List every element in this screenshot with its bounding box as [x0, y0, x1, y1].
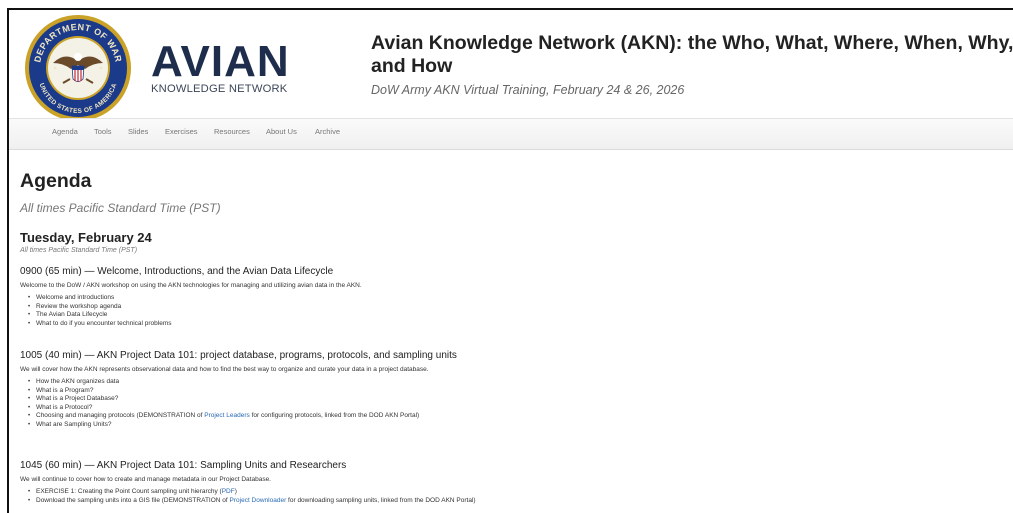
session-topic-list: Welcome and introductions Review the wor…: [20, 294, 1010, 328]
list-item-text: for configuring protocols, linked from t…: [249, 412, 420, 420]
list-item-text: Download the sampling units into a GIS f…: [36, 496, 230, 504]
session-description: Welcome to the DoW / AKN workshop on usi…: [20, 282, 362, 289]
svg-text:AVIAN: AVIAN: [151, 37, 290, 86]
list-item-text: EXERCISE 1: Creating the Point Count sam…: [36, 488, 222, 495]
session-description: We will cover how the AKN represents obs…: [20, 366, 429, 373]
list-item-text: Choosing and managing protocols (DEMONST…: [36, 412, 205, 420]
list-item: What is a Project Database?: [28, 395, 1010, 404]
main-navigation-bar: Agenda Tools Slides Exercises Resources …: [9, 118, 1013, 150]
list-item: Download the sampling units into a GIS f…: [28, 496, 1010, 506]
site-subtitle: DoW Army AKN Virtual Training, February …: [371, 83, 685, 97]
list-item: Choosing and managing protocols (DEMONST…: [28, 412, 1010, 421]
session-description: We will continue to cover how to create …: [20, 476, 271, 483]
list-item: EXERCISE 1: Creating the Point Count sam…: [28, 488, 1010, 497]
agenda-session-0900: 0900 (65 min) — Welcome, Introductions, …: [20, 266, 1010, 328]
page-subtitle: All times Pacific Standard Time (PST): [20, 201, 221, 215]
nav-item-agenda[interactable]: Agenda: [52, 127, 78, 136]
list-item: What to do if you encounter technical pr…: [28, 320, 1010, 329]
nav-item-tools[interactable]: Tools: [94, 127, 112, 136]
avian-knowledge-network-logo: AVIAN KNOWLEDGE NETWORK: [151, 37, 290, 95]
site-title: Avian Knowledge Network (AKN): the Who, …: [371, 32, 1013, 77]
page-title: Agenda: [20, 170, 92, 192]
list-item: The Avian Data Lifecycle: [28, 311, 1010, 320]
nav-item-resources[interactable]: Resources: [214, 127, 250, 136]
day-heading: Tuesday, February 24: [20, 230, 152, 245]
list-item: What is a Program?: [28, 387, 1010, 396]
project-leaders-link[interactable]: Project Leaders: [204, 412, 250, 419]
session-title: 1005 (40 min) — AKN Project Data 101: pr…: [20, 350, 457, 361]
project-downloader-link[interactable]: Project Downloader: [230, 497, 287, 504]
session-title: 0900 (65 min) — Welcome, Introductions, …: [20, 266, 334, 277]
pdf-link[interactable]: PDF: [222, 488, 235, 495]
nav-item-archive[interactable]: Archive: [315, 127, 340, 136]
site-header: DEPARTMENT OF WAR UNITED STATES OF AMERI…: [9, 10, 1013, 121]
list-item: How the AKN organizes data: [28, 378, 1010, 387]
list-item-text: ): [234, 488, 237, 495]
nav-item-about-us[interactable]: About Us: [266, 127, 297, 136]
nav-item-slides[interactable]: Slides: [128, 127, 148, 136]
list-item: What is a Protocol?: [28, 404, 1010, 413]
agenda-session-1045: 1045 (60 min) — AKN Project Data 101: Sa…: [20, 460, 1010, 505]
session-title: 1045 (60 min) — AKN Project Data 101: Sa…: [20, 460, 347, 471]
list-item-text: for downloading sampling units, linked f…: [286, 496, 476, 504]
session-topic-list: EXERCISE 1: Creating the Point Count sam…: [20, 488, 1010, 505]
agenda-session-1005: 1005 (40 min) — AKN Project Data 101: pr…: [20, 350, 1010, 430]
nav-item-exercises[interactable]: Exercises: [165, 127, 198, 136]
page-frame: DEPARTMENT OF WAR UNITED STATES OF AMERI…: [7, 8, 1013, 513]
day-timezone-note: All times Pacific Standard Time (PST): [20, 247, 138, 254]
svg-text:KNOWLEDGE NETWORK: KNOWLEDGE NETWORK: [151, 83, 288, 95]
list-item: Welcome and introductions: [28, 294, 1010, 303]
list-item: Review the workshop agenda: [28, 303, 1010, 312]
list-item: What are Sampling Units?: [28, 421, 1010, 430]
department-seal-logo: DEPARTMENT OF WAR UNITED STATES OF AMERI…: [25, 15, 131, 121]
session-topic-list: How the AKN organizes data What is a Pro…: [20, 378, 1010, 430]
